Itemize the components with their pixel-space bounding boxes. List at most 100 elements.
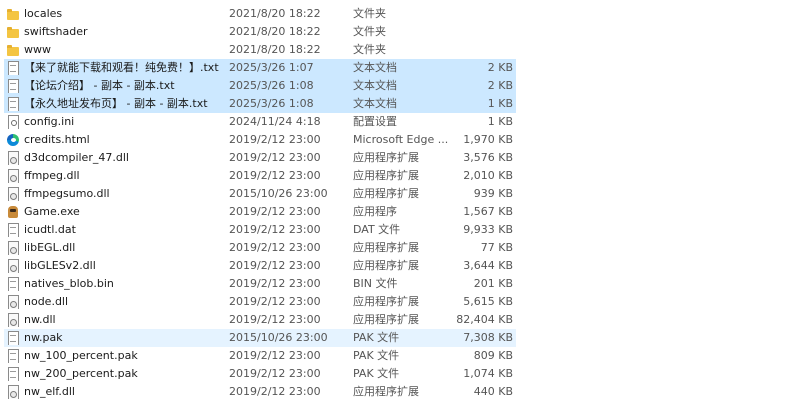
file-date-modified: 2021/8/20 18:22	[229, 25, 321, 38]
file-row[interactable]: config.ini 2024/11/24 4:18 配置设置 1 KB	[4, 113, 516, 131]
file-row[interactable]: natives_blob.bin 2019/2/12 23:00 BIN 文件 201…	[4, 275, 516, 293]
dll-file-icon	[6, 241, 20, 255]
file-date-modified: 2019/2/12 23:00	[229, 241, 321, 254]
file-row[interactable]: ffmpegsumo.dll 2015/10/26 23:00 应用程序扩展 939 …	[4, 185, 516, 203]
file-name: 【来了就能下载和观看！纯免费！】.txt	[24, 61, 219, 74]
file-date-modified: 2019/2/12 23:00	[229, 205, 321, 218]
file-row[interactable]: libEGL.dll 2019/2/12 23:00 应用程序扩展 77 KB	[4, 239, 516, 257]
dll-file-icon	[6, 313, 20, 327]
file-size: 2 KB	[487, 61, 513, 74]
file-date-modified: 2025/3/26 1:08	[229, 79, 314, 92]
file-name: 【永久地址发布页】 - 副本 - 副本.txt	[24, 97, 208, 110]
file-row[interactable]: 【来了就能下载和观看！纯免费！】.txt 2025/3/26 1:07 文本文档 2 …	[4, 59, 516, 77]
file-row[interactable]: locales 2021/8/20 18:22 文件夹	[4, 5, 516, 23]
folder-icon	[6, 43, 20, 57]
file-date-modified: 2021/8/20 18:22	[229, 7, 321, 20]
file-row[interactable]: nw.pak 2015/10/26 23:00 PAK 文件 7,308 KB	[4, 329, 516, 347]
file-row[interactable]: 【永久地址发布页】 - 副本 - 副本.txt 2025/3/26 1:08 文本文…	[4, 95, 516, 113]
dll-file-icon	[6, 295, 20, 309]
file-row[interactable]: node.dll 2019/2/12 23:00 应用程序扩展 5,615 KB	[4, 293, 516, 311]
file-date-modified: 2015/10/26 23:00	[229, 187, 328, 200]
file-date-modified: 2021/8/20 18:22	[229, 43, 321, 56]
file-name: nw_100_percent.pak	[24, 349, 138, 362]
file-name: icudtl.dat	[24, 223, 76, 236]
game-exe-icon	[6, 205, 20, 219]
file-size	[434, 41, 513, 59]
file-date-modified: 2019/2/12 23:00	[229, 313, 321, 326]
file-date-modified: 2019/2/12 23:00	[229, 277, 321, 290]
file-name: Game.exe	[24, 205, 80, 218]
file-name: nw.dll	[24, 313, 56, 326]
file-name: node.dll	[24, 295, 69, 308]
text-file-icon	[6, 97, 20, 111]
file-size: 3,644 KB	[463, 259, 513, 272]
text-file-icon	[6, 61, 20, 75]
config-file-icon	[6, 115, 20, 129]
file-row[interactable]: nw_100_percent.pak 2019/2/12 23:00 PAK 文件 8…	[4, 347, 516, 365]
file-size: 9,933 KB	[463, 223, 513, 236]
file-size: 1,074 KB	[463, 367, 513, 380]
file-size: 1 KB	[487, 97, 513, 110]
file-size: 77 KB	[480, 241, 513, 254]
file-name: libEGL.dll	[24, 241, 76, 254]
file-size: 939 KB	[473, 187, 513, 200]
file-icon	[6, 277, 20, 291]
file-name: nw_elf.dll	[24, 385, 75, 398]
file-date-modified: 2019/2/12 23:00	[229, 349, 321, 362]
file-row[interactable]: ffmpeg.dll 2019/2/12 23:00 应用程序扩展 2,010 KB	[4, 167, 516, 185]
file-date-modified: 2019/2/12 23:00	[229, 133, 321, 146]
dll-file-icon	[6, 169, 20, 183]
file-name: libGLESv2.dll	[24, 259, 96, 272]
file-name: config.ini	[24, 115, 75, 128]
file-row[interactable]: credits.html 2019/2/12 23:00 Microsoft Edg…	[4, 131, 516, 149]
file-size: 1,567 KB	[463, 205, 513, 218]
file-date-modified: 2019/2/12 23:00	[229, 385, 321, 398]
file-row[interactable]: nw_200_percent.pak 2019/2/12 23:00 PAK 文件 1…	[4, 365, 516, 383]
file-name: credits.html	[24, 133, 90, 146]
file-date-modified: 2025/3/26 1:08	[229, 97, 314, 110]
file-row[interactable]: www 2021/8/20 18:22 文件夹	[4, 41, 516, 59]
file-size: 82,404 KB	[456, 313, 513, 326]
file-date-modified: 2019/2/12 23:00	[229, 367, 321, 380]
file-name: swiftshader	[24, 25, 88, 38]
file-row[interactable]: 【论坛介绍】 - 副本 - 副本.txt 2025/3/26 1:08 文本文档 2 …	[4, 77, 516, 95]
file-size: 201 KB	[473, 277, 513, 290]
file-size: 1,970 KB	[463, 133, 513, 146]
file-size: 5,615 KB	[463, 295, 513, 308]
file-name: nw_200_percent.pak	[24, 367, 138, 380]
dll-file-icon	[6, 385, 20, 399]
file-date-modified: 2019/2/12 23:00	[229, 259, 321, 272]
folder-icon	[6, 25, 20, 39]
file-row[interactable]: nw_elf.dll 2019/2/12 23:00 应用程序扩展 440 KB	[4, 383, 516, 401]
file-row[interactable]: swiftshader 2021/8/20 18:22 文件夹	[4, 23, 516, 41]
file-row[interactable]: nw.dll 2019/2/12 23:00 应用程序扩展 82,404 KB	[4, 311, 516, 329]
file-name: natives_blob.bin	[24, 277, 114, 290]
file-size: 1 KB	[487, 115, 513, 128]
file-date-modified: 2019/2/12 23:00	[229, 295, 321, 308]
edge-icon	[6, 133, 20, 147]
file-size: 440 KB	[473, 385, 513, 398]
file-size: 809 KB	[473, 349, 513, 362]
file-date-modified: 2024/11/24 4:18	[229, 115, 321, 128]
file-name: locales	[24, 7, 63, 20]
file-size	[434, 5, 513, 23]
file-name: nw.pak	[24, 331, 63, 344]
file-name: ffmpeg.dll	[24, 169, 80, 182]
file-name: www	[24, 43, 51, 56]
file-date-modified: 2019/2/12 23:00	[229, 169, 321, 182]
file-row[interactable]: libGLESv2.dll 2019/2/12 23:00 应用程序扩展 3,644 …	[4, 257, 516, 275]
file-row[interactable]: icudtl.dat 2019/2/12 23:00 DAT 文件 9,933 KB	[4, 221, 516, 239]
file-size: 7,308 KB	[463, 331, 513, 344]
file-row[interactable]: d3dcompiler_47.dll 2019/2/12 23:00 应用程序扩展 3…	[4, 149, 516, 167]
file-row[interactable]: Game.exe 2019/2/12 23:00 应用程序 1,567 KB	[4, 203, 516, 221]
file-date-modified: 2025/3/26 1:07	[229, 61, 314, 74]
dll-file-icon	[6, 259, 20, 273]
file-icon	[6, 223, 20, 237]
file-date-modified: 2019/2/12 23:00	[229, 151, 321, 164]
file-date-modified: 2019/2/12 23:00	[229, 223, 321, 236]
file-name: 【论坛介绍】 - 副本 - 副本.txt	[24, 79, 175, 92]
file-name: ffmpegsumo.dll	[24, 187, 110, 200]
dll-file-icon	[6, 187, 20, 201]
file-icon	[6, 349, 20, 363]
folder-icon	[6, 7, 20, 21]
